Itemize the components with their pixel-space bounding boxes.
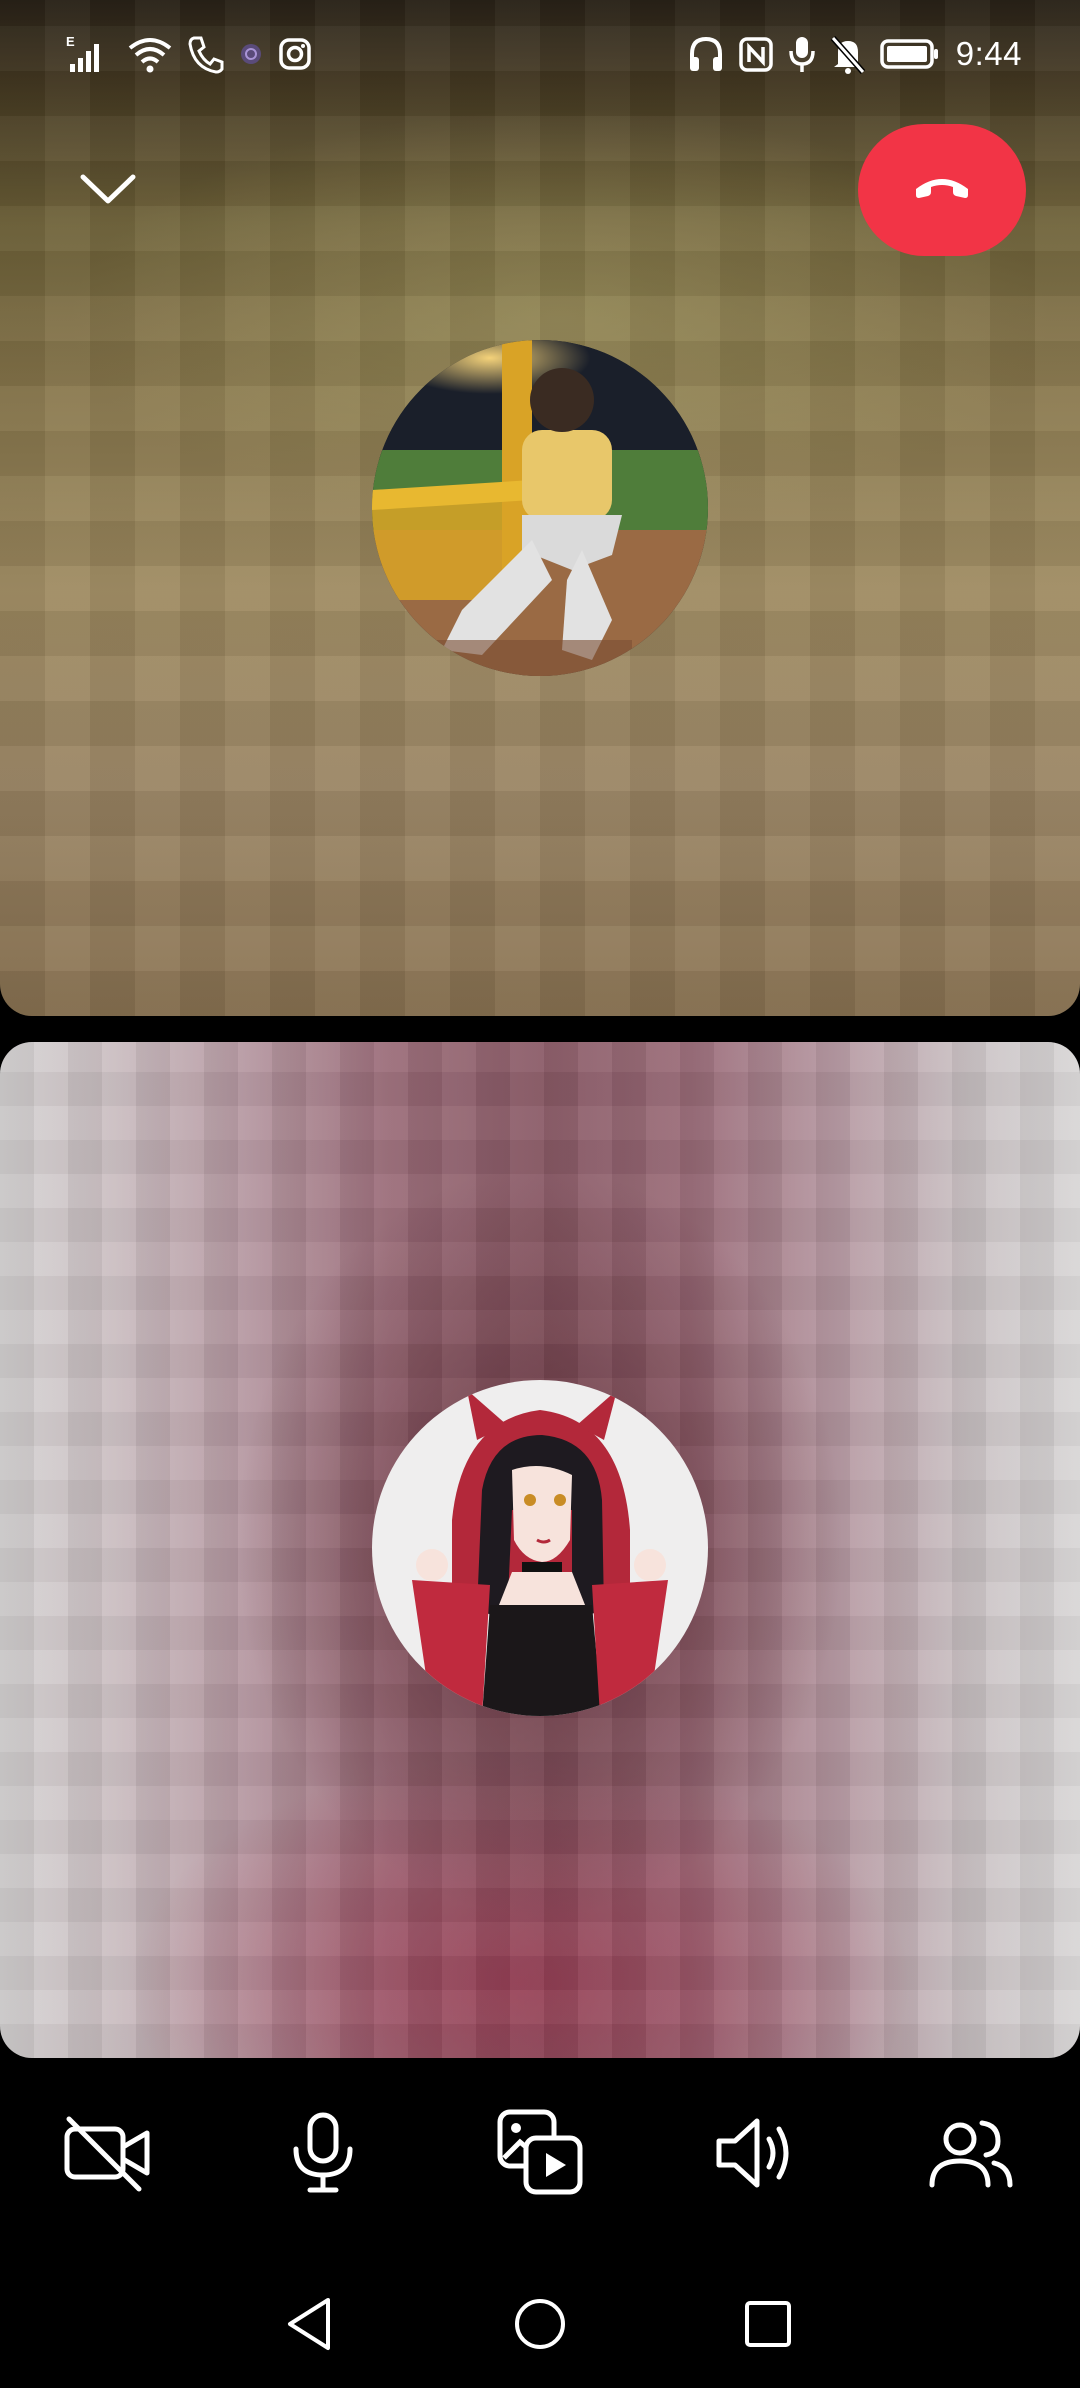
speaker-icon [713,2113,797,2198]
svg-text:E: E [66,34,75,49]
media-share-icon [496,2108,586,2203]
nav-home-button[interactable] [500,2286,580,2366]
speaker-toggle-button[interactable] [700,2080,810,2230]
signal-icon: E [66,34,114,74]
recents-square-icon [738,2294,798,2359]
chevron-down-icon [78,169,138,214]
microphone-toggle-button[interactable] [268,2080,378,2230]
call-controls-bar [0,2080,1080,2230]
end-call-button[interactable] [858,124,1026,256]
status-right-group: 9:44 [688,30,1022,78]
battery-icon [880,34,940,74]
microphone-indicator-icon [788,34,816,74]
video-off-icon [61,2113,153,2198]
self-avatar [372,1380,708,1716]
wifi-icon [128,34,172,74]
back-triangle-icon [280,2294,340,2359]
viber-icon [238,34,264,74]
people-icon [926,2113,1016,2198]
navigation-bar [0,2268,1080,2388]
remote-avatar [372,340,708,676]
nav-back-button[interactable] [270,2286,350,2366]
camera-toggle-button[interactable] [52,2080,162,2230]
instagram-icon [278,34,312,74]
home-circle-icon [510,2294,570,2359]
minimize-call-button[interactable] [68,158,148,224]
participants-button[interactable] [916,2080,1026,2230]
share-media-button[interactable] [486,2080,596,2230]
microphone-icon [288,2111,358,2200]
status-left-group: E [66,30,312,78]
nfc-icon [738,34,774,74]
headphones-icon [688,34,724,74]
call-screen: E 9:44 [0,0,1080,2388]
hang-up-icon [912,173,972,208]
call-icon [186,34,224,74]
clock: 9:44 [955,35,1022,72]
nav-recents-button[interactable] [728,2286,808,2366]
status-bar: E 9:44 [0,0,1080,100]
notifications-muted-icon [830,34,866,74]
